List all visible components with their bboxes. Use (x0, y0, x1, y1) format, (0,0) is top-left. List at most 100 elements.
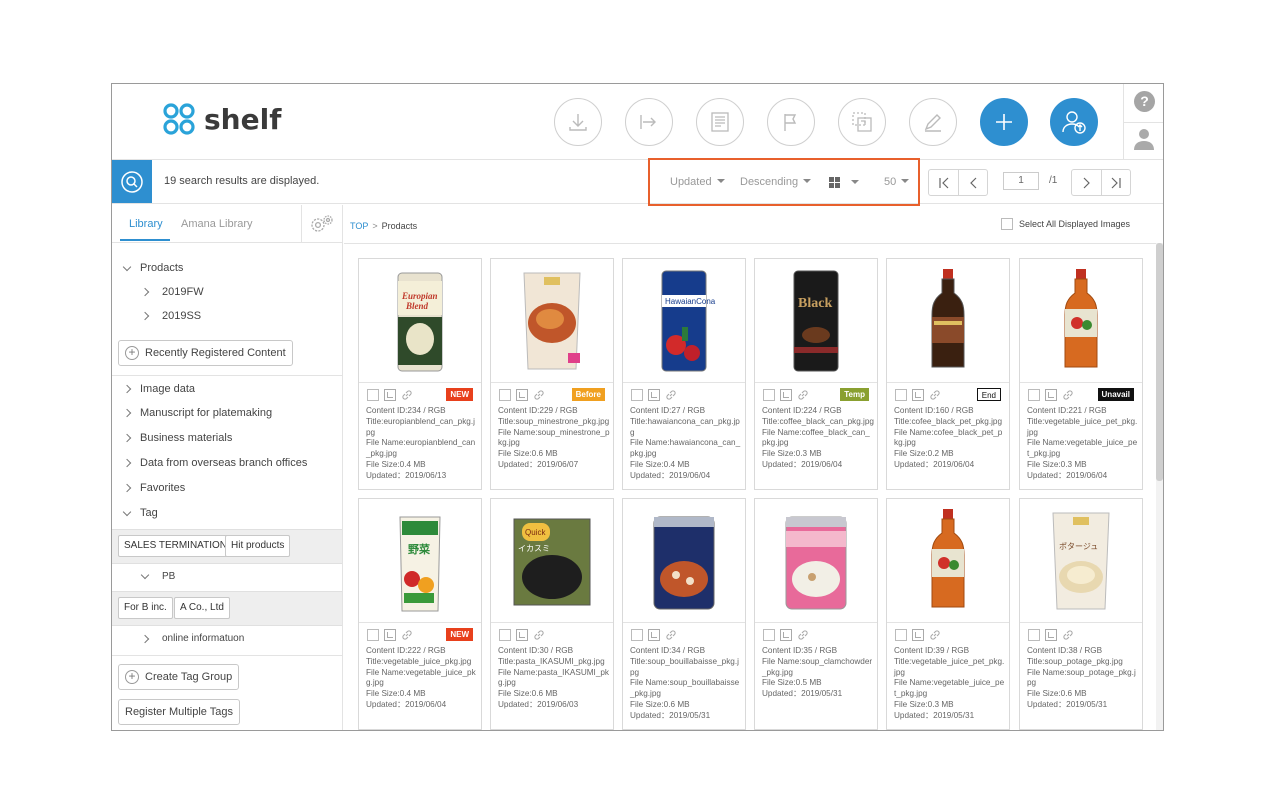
content-card[interactable]: HawaianCona Content ID:27 / RGB Title:hawa… (622, 258, 746, 490)
grid-view-icon[interactable] (829, 177, 840, 188)
link-icon[interactable] (929, 389, 941, 401)
tree-item-2019ss[interactable]: 2019SS (140, 310, 201, 322)
product-thumbnail[interactable]: Black (755, 259, 877, 383)
product-thumbnail[interactable]: 野菜 (359, 499, 481, 623)
product-thumbnail[interactable]: HawaianCona (623, 259, 745, 383)
section-favorites[interactable]: Favorites (122, 482, 185, 494)
expand-icon[interactable] (384, 629, 396, 641)
link-icon[interactable] (533, 629, 545, 641)
expand-icon[interactable] (384, 389, 396, 401)
section-image-data[interactable]: Image data (122, 383, 195, 395)
card-checkbox[interactable] (631, 629, 643, 641)
product-thumbnail[interactable] (887, 499, 1009, 623)
section-business-materials[interactable]: Business materials (122, 432, 232, 444)
product-thumbnail[interactable] (623, 499, 745, 623)
content-card[interactable]: 野菜 NEW Content ID:222 / RGB Title:vegetable… (358, 498, 482, 730)
link-icon[interactable] (1062, 629, 1074, 641)
gear-icon[interactable] (309, 214, 335, 234)
first-page-button[interactable] (929, 170, 958, 195)
user-upload-button[interactable] (1050, 98, 1098, 146)
last-page-button[interactable] (1101, 170, 1130, 195)
tag-group-pb[interactable]: PB (140, 570, 175, 582)
recently-registered-button[interactable]: + Recently Registered Content (118, 340, 293, 366)
edit-button[interactable] (909, 98, 957, 146)
card-checkbox[interactable] (895, 389, 907, 401)
flag-button[interactable] (767, 98, 815, 146)
document-button[interactable] (696, 98, 744, 146)
link-icon[interactable] (665, 629, 677, 641)
export-button[interactable] (625, 98, 673, 146)
expand-icon[interactable] (1045, 629, 1057, 641)
card-checkbox[interactable] (1028, 629, 1040, 641)
link-icon[interactable] (665, 389, 677, 401)
card-checkbox[interactable] (499, 629, 511, 641)
card-checkbox[interactable] (763, 389, 775, 401)
logo[interactable]: shelf (162, 102, 281, 136)
expand-icon[interactable] (516, 629, 528, 641)
tag-hit-products[interactable]: Hit products (225, 535, 291, 557)
tree-item-prodacts[interactable]: Prodacts (122, 262, 183, 274)
section-overseas-data[interactable]: Data from overseas branch offices (122, 457, 307, 469)
tab-library[interactable]: Library (129, 218, 163, 230)
content-card[interactable]: Unavail Content ID:221 / RGB Title:vegetab… (1019, 258, 1143, 490)
expand-icon[interactable] (912, 629, 924, 641)
tag-a-co-ltd[interactable]: A Co., Ltd (174, 597, 230, 619)
next-page-button[interactable] (1072, 170, 1101, 195)
product-thumbnail[interactable] (887, 259, 1009, 383)
link-icon[interactable] (1062, 389, 1074, 401)
product-thumbnail[interactable] (1020, 259, 1142, 383)
content-card[interactable]: ポタージュ Content ID:38 / RGB Title:soup_potag… (1019, 498, 1143, 730)
content-card[interactable]: Europian Blend NEW Content ID:234 / RGB Titl… (358, 258, 482, 490)
link-icon[interactable] (401, 629, 413, 641)
breadcrumb-top-link[interactable]: TOP (350, 221, 368, 231)
copy-button[interactable] (838, 98, 886, 146)
expand-icon[interactable] (648, 389, 660, 401)
tree-item-2019fw[interactable]: 2019FW (140, 286, 204, 298)
expand-icon[interactable] (780, 389, 792, 401)
tag-group-online[interactable]: online informatuon (140, 633, 244, 644)
page-number-input[interactable]: 1 (1003, 172, 1039, 190)
create-tag-group-button[interactable]: + Create Tag Group (118, 664, 240, 690)
link-icon[interactable] (533, 389, 545, 401)
prev-page-button[interactable] (958, 170, 987, 195)
link-icon[interactable] (797, 389, 809, 401)
add-button[interactable] (980, 98, 1028, 146)
sort-field-select[interactable]: Updated (670, 176, 725, 188)
product-thumbnail[interactable]: Europian Blend (359, 259, 481, 383)
download-button[interactable] (554, 98, 602, 146)
content-card[interactable]: Content ID:39 / RGB Title:vegetable_juice… (886, 498, 1010, 730)
per-page-select[interactable]: 50 (884, 176, 910, 188)
tag-sales-termination[interactable]: SALES TERMINATION (118, 535, 233, 557)
expand-icon[interactable] (912, 389, 924, 401)
product-thumbnail[interactable]: ポタージュ (1020, 499, 1142, 623)
link-icon[interactable] (797, 629, 809, 641)
expand-icon[interactable] (516, 389, 528, 401)
content-card[interactable]: Content ID:34 / RGB Title:soup_bouillabai… (622, 498, 746, 730)
expand-icon[interactable] (648, 629, 660, 641)
scrollbar[interactable] (1156, 243, 1163, 730)
select-all-checkbox[interactable] (1001, 218, 1013, 230)
help-icon[interactable]: ? (1134, 91, 1155, 112)
register-multiple-tags-button[interactable]: Register Multiple Tags (118, 699, 241, 725)
product-thumbnail[interactable]: Quick イカスミ (491, 499, 613, 623)
product-thumbnail[interactable] (755, 499, 877, 623)
account-icon[interactable] (1134, 128, 1154, 150)
sort-order-select[interactable]: Descending (740, 176, 812, 188)
scrollbar-thumb[interactable] (1156, 243, 1163, 481)
card-checkbox[interactable] (367, 389, 379, 401)
section-manuscript[interactable]: Manuscript for platemaking (122, 407, 272, 419)
view-chevron-down-icon[interactable] (851, 180, 859, 184)
tag-for-b-inc[interactable]: For B inc. (118, 597, 173, 619)
link-icon[interactable] (929, 629, 941, 641)
card-checkbox[interactable] (895, 629, 907, 641)
card-checkbox[interactable] (1028, 389, 1040, 401)
content-card[interactable]: Before Content ID:229 / RGB Title:soup_min… (490, 258, 614, 490)
content-card[interactable]: Black Temp Content ID:224 / RGB Title:coffe… (754, 258, 878, 490)
card-checkbox[interactable] (631, 389, 643, 401)
card-checkbox[interactable] (499, 389, 511, 401)
card-checkbox[interactable] (367, 629, 379, 641)
product-thumbnail[interactable] (491, 259, 613, 383)
expand-icon[interactable] (780, 629, 792, 641)
expand-icon[interactable] (1045, 389, 1057, 401)
link-icon[interactable] (401, 389, 413, 401)
